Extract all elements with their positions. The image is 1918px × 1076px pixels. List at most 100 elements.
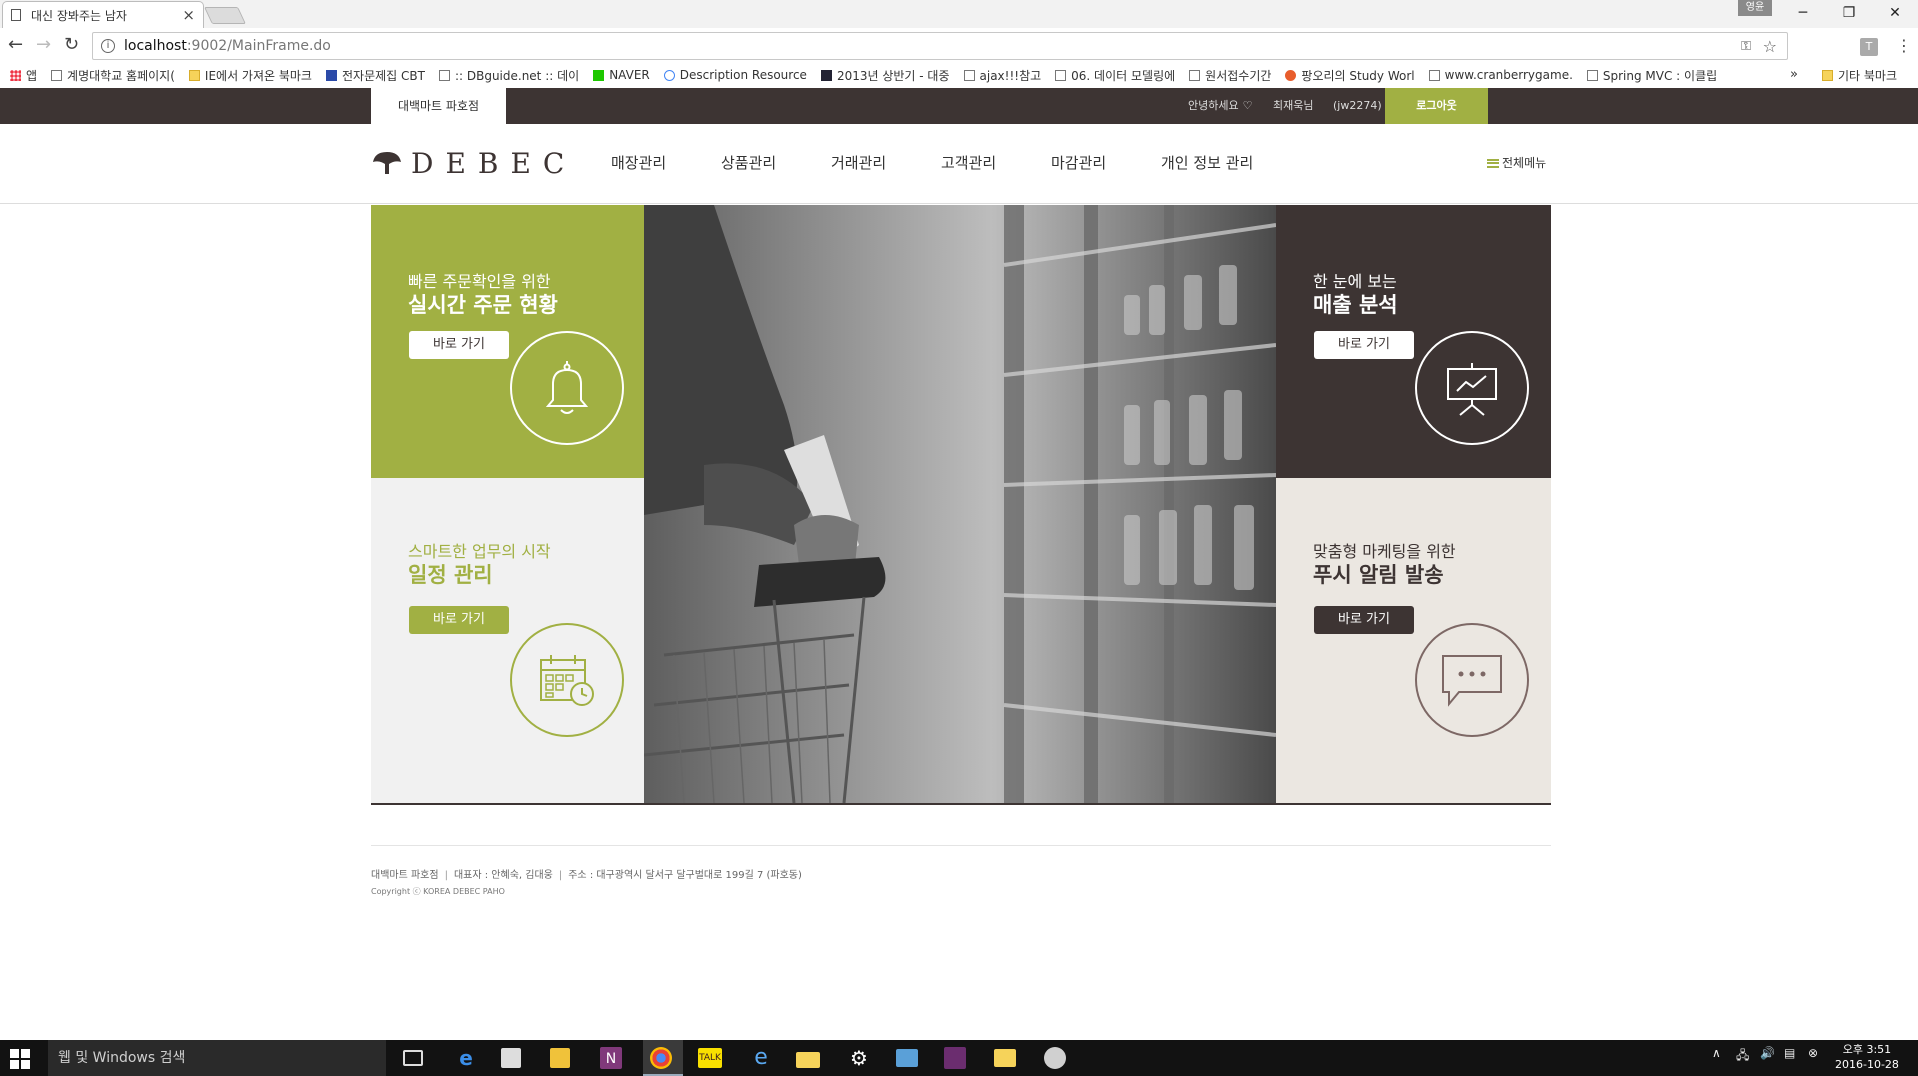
task-view-icon[interactable]	[403, 1050, 423, 1066]
ie-icon[interactable]: e	[748, 1046, 774, 1070]
doc-icon	[1428, 69, 1440, 81]
extension-icon[interactable]: T	[1860, 38, 1878, 56]
bookmark-item[interactable]: 2013년 상반기 - 대중	[820, 67, 950, 84]
bookmark-item[interactable]: 06. 데이터 모델링에	[1055, 67, 1175, 84]
onenote-icon[interactable]: N	[600, 1047, 622, 1069]
folder-stack-icon[interactable]	[796, 1052, 820, 1068]
notification-icon[interactable]: ▤	[1784, 1046, 1795, 1060]
back-icon[interactable]: ←	[8, 34, 23, 56]
orange-icon	[1285, 69, 1297, 81]
doc-icon	[1055, 69, 1067, 81]
orders-go-button[interactable]: 바로 가기	[409, 331, 509, 359]
tree-logo-icon	[373, 152, 401, 174]
full-menu-button[interactable]: 전체메뉴	[1487, 146, 1546, 180]
footer-ceo: 대표자 : 안혜숙, 김대웅	[453, 870, 553, 881]
folder-icon	[188, 69, 200, 81]
bookmark-label: 원서접수기간	[1205, 68, 1272, 83]
logo-text: DEBEC	[411, 146, 577, 180]
bookmarks-more-icon[interactable]: »	[1790, 62, 1798, 88]
bookmark-item[interactable]: NAVER	[593, 68, 650, 82]
bookmark-item[interactable]: IE에서 가져온 북마크	[188, 67, 312, 84]
reload-icon[interactable]: ↻	[64, 34, 79, 56]
bookmark-label: 2013년 상반기 - 대중	[836, 68, 950, 83]
forward-icon[interactable]: →	[36, 34, 51, 56]
ime-icon[interactable]: ⊗	[1808, 1046, 1818, 1060]
url-path: :9002/MainFrame.do	[186, 38, 331, 54]
clock-date: 2016-10-28	[1835, 1058, 1899, 1071]
bookmark-item[interactable]: 앱	[10, 67, 37, 84]
browser-tab[interactable]: 대신 장봐주는 남자 ×	[2, 1, 204, 28]
doc-icon	[1586, 69, 1598, 81]
push-go-button[interactable]: 바로 가기	[1314, 606, 1414, 634]
sales-go-button[interactable]: 바로 가기	[1314, 331, 1414, 359]
close-window-icon[interactable]: ✕	[1872, 0, 1918, 26]
footer-divider	[371, 845, 1551, 846]
new-tab-button[interactable]	[204, 7, 246, 24]
tab-title: 대신 장봐주는 남자	[31, 8, 127, 23]
edge-icon[interactable]: e	[453, 1046, 479, 1070]
debec-logo[interactable]: DEBEC	[371, 146, 576, 180]
hamburger-icon	[1487, 158, 1499, 168]
nav-closing[interactable]: 마감관리	[1051, 146, 1106, 180]
bookmark-item[interactable]: Spring MVC : 이클립	[1586, 67, 1717, 84]
taskbar-clock[interactable]: 오후 3:51 2016-10-28	[1835, 1042, 1899, 1072]
bookmark-item[interactable]: 전자문제집 CBT	[325, 67, 425, 84]
remote-desktop-icon[interactable]	[896, 1049, 918, 1067]
footer-info: 대백마트 파호점 | 대표자 : 안혜숙, 김대웅 | 주소 : 대구광역시 달서구 달…	[371, 866, 802, 881]
address-bar[interactable]: i localhost:9002/MainFrame.do ⚿ ☆	[92, 32, 1788, 60]
greeting-text: 안녕하세요	[1188, 99, 1239, 112]
schedule-go-button[interactable]: 바로 가기	[409, 606, 509, 634]
file-app-icon[interactable]	[550, 1048, 570, 1068]
panel-title: 매출 분석	[1313, 293, 1398, 317]
dark-icon	[820, 69, 832, 81]
g-icon	[663, 69, 675, 81]
key-icon[interactable]: ⚿	[1741, 39, 1751, 54]
bookmark-item[interactable]: Description Resource	[663, 68, 807, 82]
bookmark-item[interactable]: ajax!!!참고	[963, 67, 1041, 84]
kakaotalk-icon[interactable]: TALK	[698, 1048, 722, 1068]
doc-icon	[51, 69, 63, 81]
bookmark-star-icon[interactable]: ☆	[1763, 37, 1777, 56]
browser-menu-icon[interactable]: ⋮	[1896, 36, 1912, 55]
panel-title: 푸시 알림 발송	[1313, 563, 1444, 587]
info-icon[interactable]: i	[101, 39, 115, 53]
windows-start-icon[interactable]	[10, 1049, 30, 1069]
game-icon[interactable]	[944, 1047, 966, 1069]
bookmark-label: 앱	[26, 68, 38, 83]
browser-tab-bar	[0, 0, 1918, 28]
nav-store[interactable]: 매장관리	[611, 146, 666, 180]
tab-close-icon[interactable]: ×	[182, 6, 195, 24]
site-top-bar	[0, 88, 1918, 124]
taskbar-search[interactable]: 웹 및 Windows 검색	[48, 1040, 386, 1076]
nav-customers[interactable]: 고객관리	[941, 146, 996, 180]
store-icon[interactable]	[501, 1048, 521, 1068]
bookmark-item[interactable]: 원서접수기간	[1189, 67, 1271, 84]
nav-transactions[interactable]: 거래관리	[831, 146, 886, 180]
logout-button[interactable]: 로그아웃	[1385, 88, 1488, 124]
bookmark-label: NAVER	[609, 68, 650, 82]
full-menu-label: 전체메뉴	[1502, 156, 1547, 170]
bookmark-label: 전자문제집 CBT	[341, 68, 425, 83]
footer-separator: |	[558, 870, 563, 881]
chrome-icon[interactable]	[650, 1047, 672, 1069]
bookmark-label: 06. 데이터 모델링에	[1071, 68, 1176, 83]
file-explorer-icon[interactable]	[994, 1049, 1016, 1067]
other-bookmarks[interactable]: 기타 북마크	[1822, 62, 1897, 88]
network-icon[interactable]: 🖧	[1736, 1046, 1749, 1067]
store-tab[interactable]: 대백마트 파호점	[371, 88, 506, 124]
maximize-icon[interactable]: ❐	[1826, 0, 1872, 26]
nav-products[interactable]: 상품관리	[721, 146, 776, 180]
minimize-icon[interactable]: ─	[1780, 0, 1826, 26]
profile-button[interactable]: 영윤	[1738, 0, 1772, 16]
paint-icon[interactable]	[1044, 1047, 1066, 1069]
naver-icon	[593, 69, 605, 81]
volume-icon[interactable]: 🔊	[1760, 1046, 1775, 1060]
bookmark-item[interactable]: 팡오리의 Study Worl	[1285, 67, 1415, 84]
tray-chevron-icon[interactable]: ∧	[1712, 1046, 1721, 1060]
bookmark-item[interactable]: www.cranberrygame.	[1428, 68, 1573, 82]
bookmark-item[interactable]: 계명대학교 홈페이지(	[51, 67, 175, 84]
bookmark-item[interactable]: :: DBguide.net :: 데이	[438, 67, 579, 84]
nav-personal-info[interactable]: 개인 정보 관리	[1161, 146, 1253, 180]
settings-gear-icon[interactable]: ⚙	[846, 1046, 872, 1070]
doc-icon	[438, 69, 450, 81]
